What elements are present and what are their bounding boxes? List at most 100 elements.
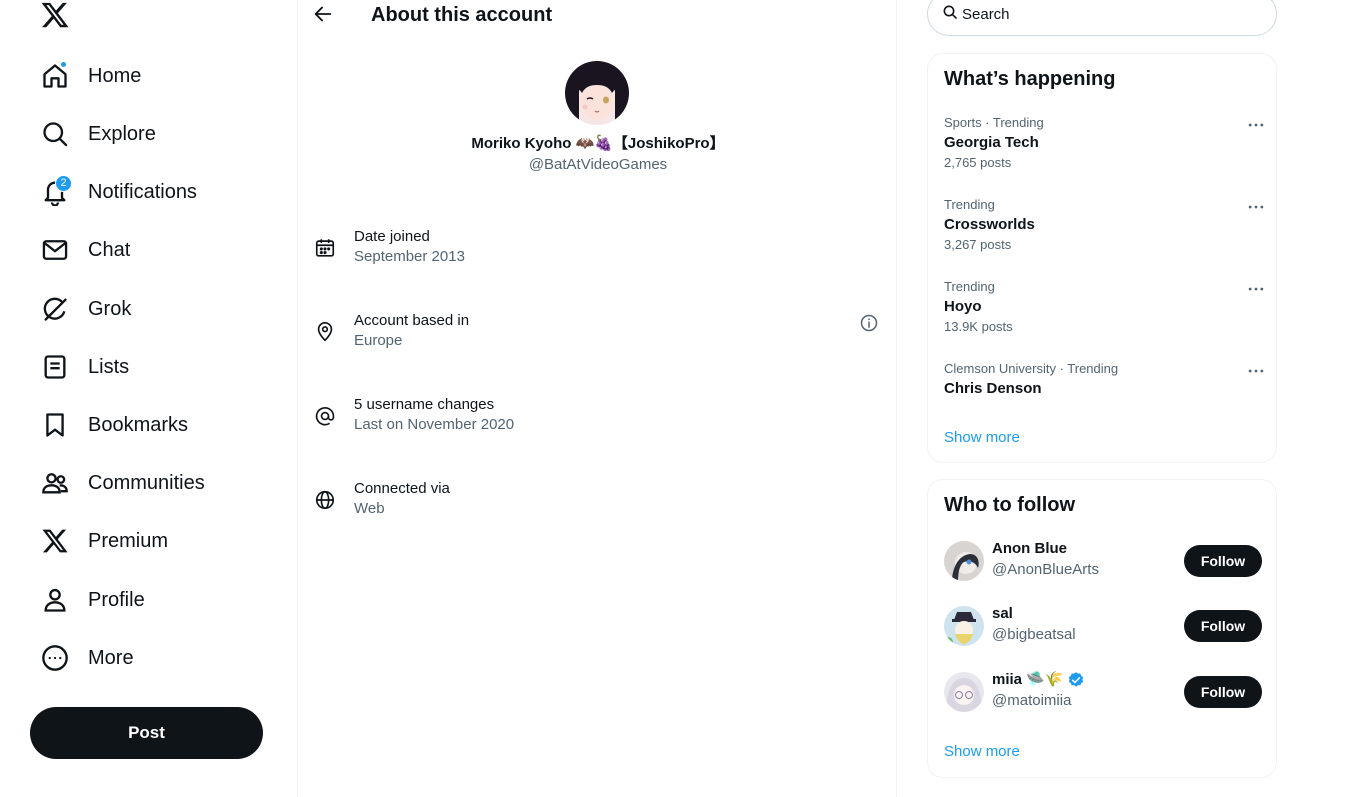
whats-happening-card: What’s happening Sports · Trending Georg… — [927, 53, 1277, 463]
bookmark-icon — [40, 410, 70, 440]
search-icon — [942, 4, 958, 25]
bell-icon: 2 — [40, 175, 72, 207]
nav-label: Explore — [88, 122, 156, 145]
x-premium-icon — [40, 526, 70, 556]
unread-dot — [60, 61, 67, 68]
info-value: Web — [354, 500, 385, 517]
follow-button[interactable]: Follow — [1184, 610, 1262, 642]
x-logo-icon[interactable] — [40, 0, 72, 32]
info-label: Connected via — [354, 480, 450, 497]
person-icon — [40, 585, 70, 615]
nav-label: Notifications — [88, 180, 197, 203]
left-sidebar: Home Explore 2 Notifications Chat Grok L… — [0, 0, 297, 797]
follow-name-text: miia 🛸🌾 — [992, 671, 1064, 688]
globe-icon — [314, 489, 338, 513]
trend-count: 3,267 posts — [944, 237, 1012, 252]
trend-item[interactable]: Trending Crossworlds 3,267 posts — [944, 197, 1264, 253]
list-icon — [40, 352, 70, 382]
trend-meta: Sports · Trending — [944, 115, 1044, 130]
trend-meta: Trending — [944, 197, 995, 212]
info-value: Europe — [354, 332, 403, 349]
info-label: 5 username changes — [354, 396, 495, 413]
nav-item-premium[interactable]: Premium — [40, 521, 168, 561]
info-label: Date joined — [354, 228, 430, 245]
avatar[interactable] — [944, 606, 984, 646]
trend-item[interactable]: Clemson University · Trending Chris Dens… — [944, 361, 1264, 399]
search-input[interactable] — [962, 5, 1242, 23]
nav-item-grok[interactable]: Grok — [40, 289, 131, 329]
nav-label: Communities — [88, 471, 205, 494]
follow-suggestion[interactable]: sal @bigbeatsal Follow — [944, 604, 1262, 648]
page-title: About this account — [371, 4, 553, 26]
more-dots-icon[interactable] — [1246, 115, 1266, 135]
follow-handle: @AnonBlueArts — [992, 561, 1099, 578]
nav-label: Profile — [88, 588, 145, 611]
info-row-username-changes: 5 username changes Last on November 2020 — [314, 395, 884, 441]
info-row-date-joined: Date joined September 2013 — [314, 227, 884, 273]
grok-icon — [40, 294, 70, 324]
nav-label: Home — [88, 64, 142, 87]
more-dots-icon[interactable] — [1246, 279, 1266, 299]
info-circle-icon[interactable] — [859, 313, 879, 333]
nav-item-notifications[interactable]: 2 Notifications — [40, 172, 197, 212]
follow-button[interactable]: Follow — [1184, 676, 1262, 708]
main-column: About this account Moriko Kyoho 🦇🍇【Joshi… — [297, 0, 897, 797]
nav-item-bookmarks[interactable]: Bookmarks — [40, 405, 188, 445]
nav-label: Grok — [88, 297, 132, 320]
info-value: September 2013 — [354, 248, 465, 265]
nav-item-lists[interactable]: Lists — [40, 347, 129, 387]
at-sign-icon — [314, 405, 338, 429]
post-button[interactable]: Post — [30, 707, 263, 759]
nav-item-more[interactable]: More — [40, 638, 134, 678]
info-row-account-location: Account based in Europe — [314, 311, 884, 357]
trend-name: Crossworlds — [944, 216, 1035, 233]
follow-suggestion[interactable]: Anon Blue @AnonBlueArts Follow — [944, 539, 1262, 583]
trend-count: 2,765 posts — [944, 155, 1012, 170]
nav-item-home[interactable]: Home — [40, 56, 141, 96]
notification-count-badge: 2 — [55, 175, 72, 192]
display-name: Moriko Kyoho 🦇🍇【JoshikoPro】 — [471, 135, 725, 152]
follow-name-text: sal — [992, 605, 1013, 622]
more-circle-icon — [40, 643, 70, 673]
search-icon — [40, 119, 70, 149]
nav-label: Premium — [88, 529, 169, 552]
nav-item-communities[interactable]: Communities — [40, 463, 205, 503]
verified-badge-icon — [1068, 672, 1083, 687]
avatar[interactable] — [944, 541, 984, 581]
nav-item-chat[interactable]: Chat — [40, 230, 130, 270]
trend-meta: Trending — [944, 279, 995, 294]
follow-button[interactable]: Follow — [1184, 545, 1262, 577]
who-to-follow-show-more-link[interactable]: Show more — [944, 742, 1020, 762]
info-label: Account based in — [354, 312, 470, 329]
follow-suggestion[interactable]: miia 🛸🌾 @matoimiia Follow — [944, 670, 1262, 714]
nav-label: Chat — [88, 238, 131, 261]
nav-label: More — [88, 646, 134, 669]
info-row-connected-via: Connected via Web — [314, 479, 884, 525]
nav-item-profile[interactable]: Profile — [40, 580, 145, 620]
right-sidebar: What’s happening Sports · Trending Georg… — [927, 0, 1277, 797]
follow-name: sal — [992, 604, 1013, 624]
search-box[interactable] — [927, 0, 1277, 36]
people-icon — [40, 468, 70, 498]
profile-handle[interactable]: @BatAtVideoGames — [298, 155, 898, 175]
trend-item[interactable]: Sports · Trending Georgia Tech 2,765 pos… — [944, 115, 1264, 171]
section-title: What’s happening — [944, 68, 1116, 90]
avatar[interactable] — [944, 672, 984, 712]
trending-show-more-link[interactable]: Show more — [944, 428, 1020, 448]
home-icon — [40, 61, 70, 91]
nav-label: Lists — [88, 355, 130, 378]
follow-name-text: Anon Blue — [992, 540, 1067, 557]
follow-name: Anon Blue — [992, 539, 1067, 559]
envelope-icon — [40, 235, 70, 265]
trend-item[interactable]: Trending Hoyo 13.9K posts — [944, 279, 1264, 335]
info-value: Last on November 2020 — [354, 416, 515, 433]
nav-item-explore[interactable]: Explore — [40, 114, 156, 154]
back-arrow-icon[interactable] — [312, 3, 336, 27]
trend-name: Hoyo — [944, 298, 982, 315]
calendar-icon — [314, 237, 338, 261]
more-dots-icon[interactable] — [1246, 361, 1266, 381]
more-dots-icon[interactable] — [1246, 197, 1266, 217]
nav-label: Bookmarks — [88, 413, 189, 436]
profile-avatar[interactable] — [565, 61, 629, 125]
follow-handle: @matoimiia — [992, 692, 1072, 709]
